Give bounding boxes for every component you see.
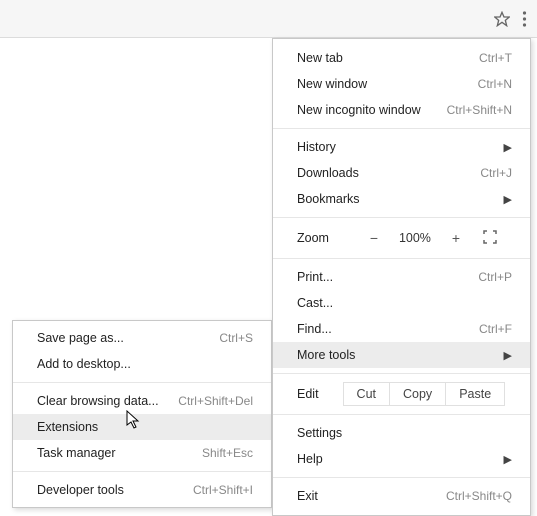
menu-label: New tab <box>297 51 343 65</box>
menu-label: Print... <box>297 270 333 284</box>
menu-label: New incognito window <box>297 103 421 117</box>
edit-label: Edit <box>297 387 319 401</box>
menu-label: More tools <box>297 348 355 362</box>
submenu-label: Save page as... <box>37 331 124 345</box>
edit-cut-button[interactable]: Cut <box>343 382 390 406</box>
menu-shortcut: Ctrl+F <box>479 322 512 336</box>
submenu-label: Task manager <box>37 446 116 460</box>
submenu-task-manager[interactable]: Task manager Shift+Esc <box>13 440 271 466</box>
chrome-main-menu: New tab Ctrl+T New window Ctrl+N New inc… <box>272 38 531 516</box>
submenu-shortcut: Ctrl+S <box>219 331 253 345</box>
submenu-label: Add to desktop... <box>37 357 131 371</box>
menu-shortcut: Ctrl+J <box>480 166 512 180</box>
submenu-arrow-icon: ▶ <box>504 141 512 154</box>
menu-label: Find... <box>297 322 332 336</box>
menu-separator <box>13 382 271 383</box>
fullscreen-icon[interactable] <box>483 230 497 247</box>
menu-separator <box>273 128 530 129</box>
edit-copy-button[interactable]: Copy <box>390 382 446 406</box>
menu-label: Settings <box>297 426 342 440</box>
menu-bookmarks[interactable]: Bookmarks ▶ <box>273 186 530 212</box>
submenu-developer-tools[interactable]: Developer tools Ctrl+Shift+I <box>13 477 271 503</box>
menu-label: Help <box>297 452 323 466</box>
submenu-label: Clear browsing data... <box>37 394 159 408</box>
submenu-shortcut: Ctrl+Shift+Del <box>178 394 253 408</box>
zoom-percent: 100% <box>399 231 431 245</box>
menu-print[interactable]: Print... Ctrl+P <box>273 264 530 290</box>
submenu-label: Extensions <box>37 420 98 434</box>
menu-separator <box>13 471 271 472</box>
menu-new-incognito[interactable]: New incognito window Ctrl+Shift+N <box>273 97 530 123</box>
menu-shortcut: Ctrl+Shift+Q <box>446 489 512 503</box>
menu-exit[interactable]: Exit Ctrl+Shift+Q <box>273 483 530 509</box>
zoom-in-button[interactable]: + <box>443 230 469 246</box>
menu-label: Downloads <box>297 166 359 180</box>
menu-label: New window <box>297 77 367 91</box>
submenu-add-desktop[interactable]: Add to desktop... <box>13 351 271 377</box>
menu-label: Cast... <box>297 296 333 310</box>
menu-separator <box>273 373 530 374</box>
menu-separator <box>273 477 530 478</box>
submenu-save-page[interactable]: Save page as... Ctrl+S <box>13 325 271 351</box>
menu-label: Exit <box>297 489 318 503</box>
zoom-label: Zoom <box>297 231 329 245</box>
menu-more-tools[interactable]: More tools ▶ <box>273 342 530 368</box>
menu-label: Bookmarks <box>297 192 360 206</box>
submenu-shortcut: Ctrl+Shift+I <box>193 483 253 497</box>
menu-separator <box>273 414 530 415</box>
edit-paste-button[interactable]: Paste <box>446 382 505 406</box>
submenu-label: Developer tools <box>37 483 124 497</box>
browser-toolbar <box>0 0 537 38</box>
menu-new-window[interactable]: New window Ctrl+N <box>273 71 530 97</box>
zoom-out-button[interactable]: − <box>361 230 387 246</box>
submenu-arrow-icon: ▶ <box>504 193 512 206</box>
submenu-arrow-icon: ▶ <box>504 349 512 362</box>
menu-history[interactable]: History ▶ <box>273 134 530 160</box>
submenu-arrow-icon: ▶ <box>504 453 512 466</box>
menu-shortcut: Ctrl+N <box>478 77 512 91</box>
menu-separator <box>273 217 530 218</box>
more-tools-submenu: Save page as... Ctrl+S Add to desktop...… <box>12 320 272 508</box>
menu-settings[interactable]: Settings <box>273 420 530 446</box>
menu-new-tab[interactable]: New tab Ctrl+T <box>273 45 530 71</box>
menu-label: History <box>297 140 336 154</box>
kebab-menu-icon[interactable] <box>522 11 527 27</box>
submenu-extensions[interactable]: Extensions <box>13 414 271 440</box>
menu-downloads[interactable]: Downloads Ctrl+J <box>273 160 530 186</box>
menu-edit-row: Edit Cut Copy Paste <box>273 379 530 409</box>
star-icon[interactable] <box>494 11 510 27</box>
menu-help[interactable]: Help ▶ <box>273 446 530 472</box>
menu-cast[interactable]: Cast... <box>273 290 530 316</box>
menu-zoom-row: Zoom − 100% + <box>273 223 530 253</box>
submenu-clear-data[interactable]: Clear browsing data... Ctrl+Shift+Del <box>13 388 271 414</box>
menu-shortcut: Ctrl+Shift+N <box>447 103 512 117</box>
menu-shortcut: Ctrl+T <box>479 51 512 65</box>
submenu-shortcut: Shift+Esc <box>202 446 253 460</box>
menu-shortcut: Ctrl+P <box>478 270 512 284</box>
menu-find[interactable]: Find... Ctrl+F <box>273 316 530 342</box>
menu-separator <box>273 258 530 259</box>
